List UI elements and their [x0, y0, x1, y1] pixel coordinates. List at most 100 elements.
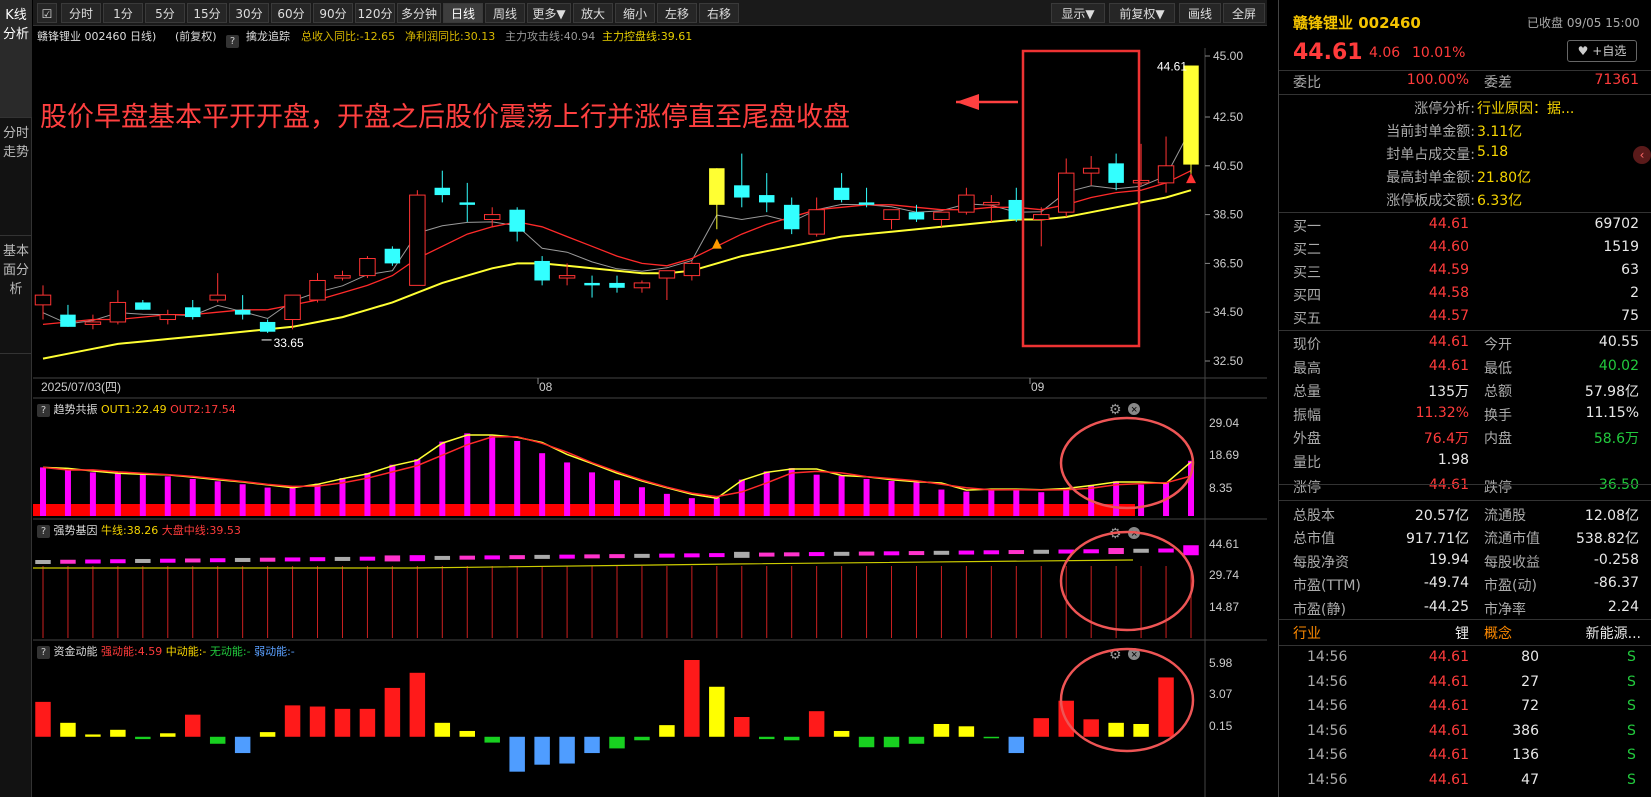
candle-body [60, 314, 76, 327]
sub2-block [609, 554, 625, 559]
adjust-dropdown[interactable]: 前复权▼ [1109, 3, 1175, 23]
shift-right-button[interactable]: 右移 [699, 3, 739, 23]
sub1-bar [813, 474, 820, 516]
candle-body [734, 185, 750, 198]
add-favorite-button[interactable]: ♥ +自选 [1567, 40, 1637, 62]
stat-label: 总额 [1484, 384, 1512, 400]
shift-left-button[interactable]: 左移 [657, 3, 697, 23]
stat-value: -49.74 [1423, 575, 1469, 591]
bid-volume: 2 [1630, 285, 1639, 301]
stat-label: 市盈(TTM) [1293, 578, 1361, 594]
industry-label[interactable]: 行业 [1293, 623, 1321, 643]
candle-body [434, 187, 451, 196]
price-axis-label: 36.50 [1213, 256, 1243, 270]
sub1-bar [489, 435, 496, 516]
stat-value: 57.98亿 [1584, 384, 1639, 400]
stat-label: 振幅 [1293, 407, 1321, 424]
weicha-label: 委差 [1484, 75, 1512, 91]
period-button-daily[interactable]: 日线 [443, 3, 483, 23]
candle-body [683, 262, 701, 277]
concept-label[interactable]: 概念 [1484, 623, 1512, 643]
indicator-name[interactable]: 擒龙追踪 [246, 26, 290, 48]
stat-label: 每股净资 [1293, 554, 1349, 571]
sub1-bar [514, 440, 521, 516]
bid-price[interactable]: 44.58 [1389, 285, 1469, 301]
chart-area[interactable]: 45.00 42.50 40.50 38.50 36.50 34.50 32.50 2025/… [33, 48, 1267, 797]
sub1-axis-label: 29.04 [1209, 416, 1239, 430]
concept-value[interactable]: 新能源... [1561, 623, 1641, 643]
candle-body [709, 168, 725, 205]
sub2-block [709, 553, 725, 558]
bid-price[interactable]: 44.57 [1389, 308, 1469, 324]
period-button[interactable]: 1分 [103, 3, 143, 23]
candle-body [908, 212, 925, 220]
limit-value: 6.33亿 [1477, 193, 1523, 209]
limit-key: 当前封单金额: [1386, 124, 1475, 140]
sub3-bar [833, 730, 850, 737]
sub2-block [559, 554, 575, 559]
industry-value[interactable]: 锂 [1409, 623, 1469, 643]
sub2-block [160, 558, 176, 563]
sub2-block [1033, 549, 1049, 554]
candle-body [359, 258, 376, 277]
period-button[interactable]: 90分 [313, 3, 353, 23]
period-button[interactable]: 120分 [355, 3, 395, 23]
bid-volume: 1519 [1603, 239, 1639, 255]
period-button[interactable]: 分时 [61, 3, 101, 23]
display-dropdown[interactable]: 显示▼ [1051, 3, 1105, 23]
period-button[interactable]: 5分 [145, 3, 185, 23]
sub2-block [1008, 550, 1025, 555]
kline-chart-svg[interactable]: 45.00 42.50 40.50 38.50 36.50 34.50 32.50 2025/… [33, 48, 1267, 797]
tick-price: 44.61 [1428, 673, 1469, 690]
candle-body [284, 294, 301, 321]
tick-price: 44.61 [1428, 649, 1469, 665]
sub1-bar [938, 489, 945, 516]
bid-price[interactable]: 44.59 [1389, 262, 1469, 278]
tab-fundamental[interactable]: 基本面分析 [0, 236, 32, 354]
tick-time: 14:56 [1307, 673, 1348, 690]
sub2-block [534, 554, 550, 559]
candle-body [933, 211, 950, 220]
sub3-axis-label: 5.98 [1209, 656, 1233, 670]
period-button[interactable]: 30分 [229, 3, 269, 23]
more-dropdown[interactable]: 更多▼ [527, 3, 571, 23]
stat-label: 每股收益 [1484, 554, 1540, 571]
period-button[interactable]: 60分 [271, 3, 311, 23]
sub2-block [459, 555, 475, 560]
bid-price[interactable]: 44.61 [1389, 216, 1469, 232]
zoom-in-button[interactable]: 放大 [573, 3, 613, 23]
limit-key: 最高封单金额: [1386, 170, 1475, 186]
stat-label: 量比 [1293, 454, 1321, 471]
period-button[interactable]: 周线 [485, 3, 525, 23]
sub3-axis-label: 3.07 [1209, 687, 1233, 701]
tick-side: S [1627, 698, 1636, 714]
tab-intraday[interactable]: 分时走势 [0, 118, 32, 236]
limit-value: 3.11亿 [1477, 124, 1523, 140]
sub2-block [85, 559, 101, 564]
bid-price[interactable]: 44.60 [1389, 239, 1469, 255]
candle-body [185, 307, 201, 318]
candle-body [1057, 172, 1075, 213]
sub3-bar [634, 736, 650, 741]
stat-label: 总量 [1293, 384, 1321, 400]
stat-value: 917.71亿 [1406, 531, 1469, 547]
candle-body [584, 282, 600, 286]
period-button[interactable]: 多分钟 [397, 3, 441, 23]
sub3-bar [933, 723, 950, 737]
ma-grey-line [42, 128, 1192, 325]
period-button[interactable]: 15分 [187, 3, 227, 23]
tick-price: 44.61 [1428, 747, 1469, 763]
candle-body [159, 314, 177, 321]
tab-kline-analysis[interactable]: K线分析 [0, 0, 32, 118]
stat-value: 12.08亿 [1584, 507, 1639, 524]
fullscreen-button[interactable]: 全屏 [1223, 3, 1265, 23]
sub1-bar [239, 484, 246, 516]
candle-body [1033, 214, 1050, 220]
collapse-arrow-icon[interactable]: ‹ [1633, 146, 1651, 164]
draw-button[interactable]: 画线 [1179, 3, 1221, 23]
price-pct: 10.01% [1412, 45, 1466, 61]
sub2-block [908, 551, 925, 556]
checkbox-icon[interactable]: ☑ [37, 3, 57, 23]
sub3-bar [160, 733, 176, 737]
zoom-out-button[interactable]: 缩小 [615, 3, 655, 23]
